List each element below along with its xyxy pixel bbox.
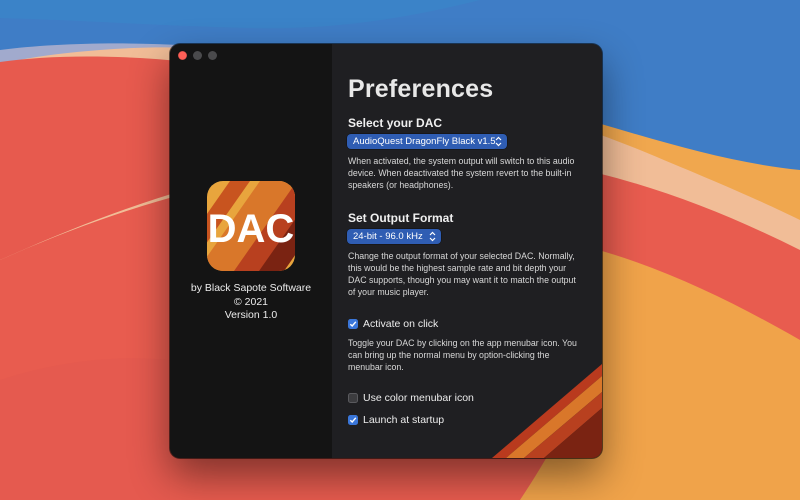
window-controls (178, 51, 217, 60)
decorative-stripes (492, 364, 602, 458)
author-text: by Black Sapote Software (190, 282, 312, 294)
preferences-panel: Preferences Select your DAC AudioQuest D… (332, 44, 602, 458)
minimize-icon[interactable] (193, 51, 202, 60)
color-menubar-icon-row[interactable]: Use color menubar icon (348, 392, 474, 404)
preferences-window: DAC by Black Sapote Software © 2021 Vers… (170, 44, 602, 458)
version-text: Version 1.0 (224, 309, 278, 321)
checkmark-icon (349, 321, 357, 328)
checkmark-icon (349, 417, 357, 424)
sidebar: DAC by Black Sapote Software © 2021 Vers… (170, 44, 332, 458)
activate-on-click-checkbox[interactable] (348, 319, 358, 329)
dac-select[interactable]: AudioQuest DragonFly Black v1.5 (347, 134, 507, 149)
copyright-text: © 2021 (233, 295, 268, 308)
format-section-heading: Set Output Format (348, 211, 454, 225)
format-help-text: Change the output format of your selecte… (348, 251, 576, 297)
dac-select-value: AudioQuest DragonFly Black v1.5 (353, 136, 496, 147)
page-title: Preferences (348, 75, 494, 103)
format-select[interactable]: 24-bit - 96.0 kHz (347, 229, 441, 244)
dac-section-heading: Select your DAC (348, 116, 443, 130)
credits: by Black Sapote Software © 2021 Version … (170, 282, 332, 323)
close-icon[interactable] (178, 51, 187, 60)
launch-at-startup-label: Launch at startup (363, 414, 445, 426)
zoom-icon[interactable] (208, 51, 217, 60)
color-menubar-icon-checkbox[interactable] (348, 393, 358, 403)
dac-help-text: When activated, the system output will s… (348, 156, 575, 190)
activate-on-click-row[interactable]: Activate on click (348, 318, 438, 330)
dac-logo-icon: DAC (207, 181, 295, 271)
launch-at-startup-checkbox[interactable] (348, 415, 358, 425)
format-select-value: 24-bit - 96.0 kHz (353, 231, 423, 242)
color-menubar-icon-label: Use color menubar icon (363, 392, 474, 404)
svg-text:DAC: DAC (208, 207, 295, 251)
activate-on-click-label: Activate on click (363, 318, 439, 330)
launch-at-startup-row[interactable]: Launch at startup (348, 414, 444, 426)
popup-chevron-icon (495, 136, 502, 147)
popup-chevron-icon (429, 231, 436, 242)
